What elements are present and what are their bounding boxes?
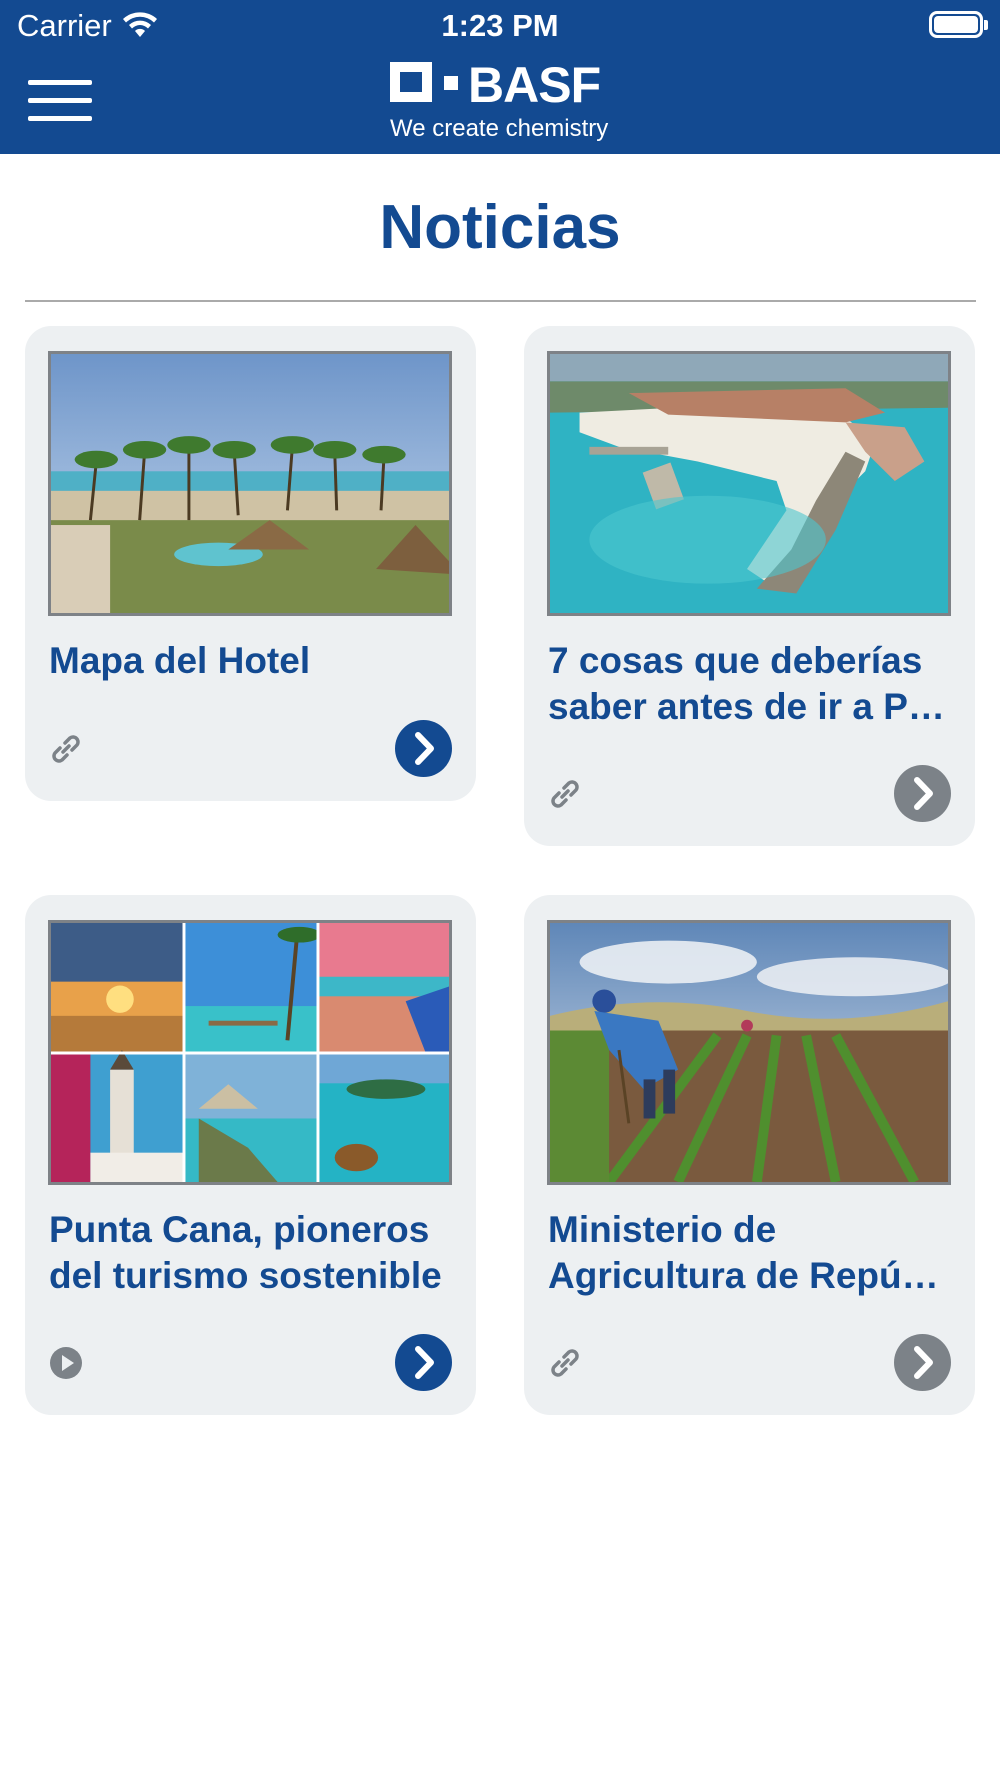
news-thumbnail xyxy=(547,920,951,1185)
open-news-button[interactable] xyxy=(894,1334,951,1391)
battery-icon xyxy=(929,11,988,38)
status-bar: Carrier 1:23 PM xyxy=(0,0,1000,50)
news-card-title: 7 cosas que deberías saber antes de ir a… xyxy=(548,638,958,730)
news-card-title-line: Ministerio de xyxy=(548,1209,777,1250)
page-title: Noticias xyxy=(379,193,621,262)
news-card-punta-cana[interactable]: Punta Cana, pioneros del turismo sosteni… xyxy=(25,895,476,1415)
link-icon xyxy=(52,735,80,763)
logo-brand-text: BASF xyxy=(468,57,601,113)
news-card-title-line: Mapa del Hotel xyxy=(49,640,311,681)
news-card-title: Punta Cana, pioneros del turismo sosteni… xyxy=(49,1207,459,1299)
news-card-7-things[interactable]: 7 cosas que deberías saber antes de ir a… xyxy=(524,326,975,846)
link-icon xyxy=(551,780,579,808)
chevron-right-icon xyxy=(914,777,933,810)
hamburger-menu-icon[interactable] xyxy=(28,80,92,124)
logo-square-mark xyxy=(390,62,432,102)
open-news-button[interactable] xyxy=(395,720,452,777)
status-time: 1:23 PM xyxy=(441,8,559,43)
open-news-button[interactable] xyxy=(395,1334,452,1391)
news-card-title-line: del turismo sostenible xyxy=(49,1255,442,1296)
logo-dot-mark xyxy=(444,76,458,90)
title-divider xyxy=(25,300,976,302)
news-card-agriculture-ministry[interactable]: Ministerio de Agricultura de Repúb… xyxy=(524,895,975,1415)
basf-logo: BASF We create chemistry xyxy=(388,57,628,148)
news-card-hotel-map[interactable]: Mapa del Hotel xyxy=(25,326,476,801)
link-icon xyxy=(551,1349,579,1377)
chevron-right-icon xyxy=(914,1346,933,1379)
news-card-title-line: saber antes de ir a P… xyxy=(548,686,945,727)
news-card-title-line: 7 cosas que deberías xyxy=(548,640,923,681)
chevron-right-icon xyxy=(415,1346,434,1379)
news-thumbnail xyxy=(48,351,452,616)
news-card-title: Ministerio de Agricultura de Repúb… xyxy=(548,1207,958,1299)
play-icon xyxy=(50,1347,82,1379)
open-news-button[interactable] xyxy=(894,765,951,822)
news-card-title-line: Agricultura de Repúb… xyxy=(548,1255,958,1296)
news-thumbnail xyxy=(48,920,452,1185)
logo-tagline: We create chemistry xyxy=(390,115,609,142)
news-thumbnail xyxy=(547,351,951,616)
app-header: Carrier 1:23 PM BASF We create chemistry xyxy=(0,0,1000,154)
news-card-title: Mapa del Hotel xyxy=(49,638,459,684)
chevron-right-icon xyxy=(415,732,434,765)
news-card-title-line: Punta Cana, pioneros xyxy=(49,1209,430,1250)
